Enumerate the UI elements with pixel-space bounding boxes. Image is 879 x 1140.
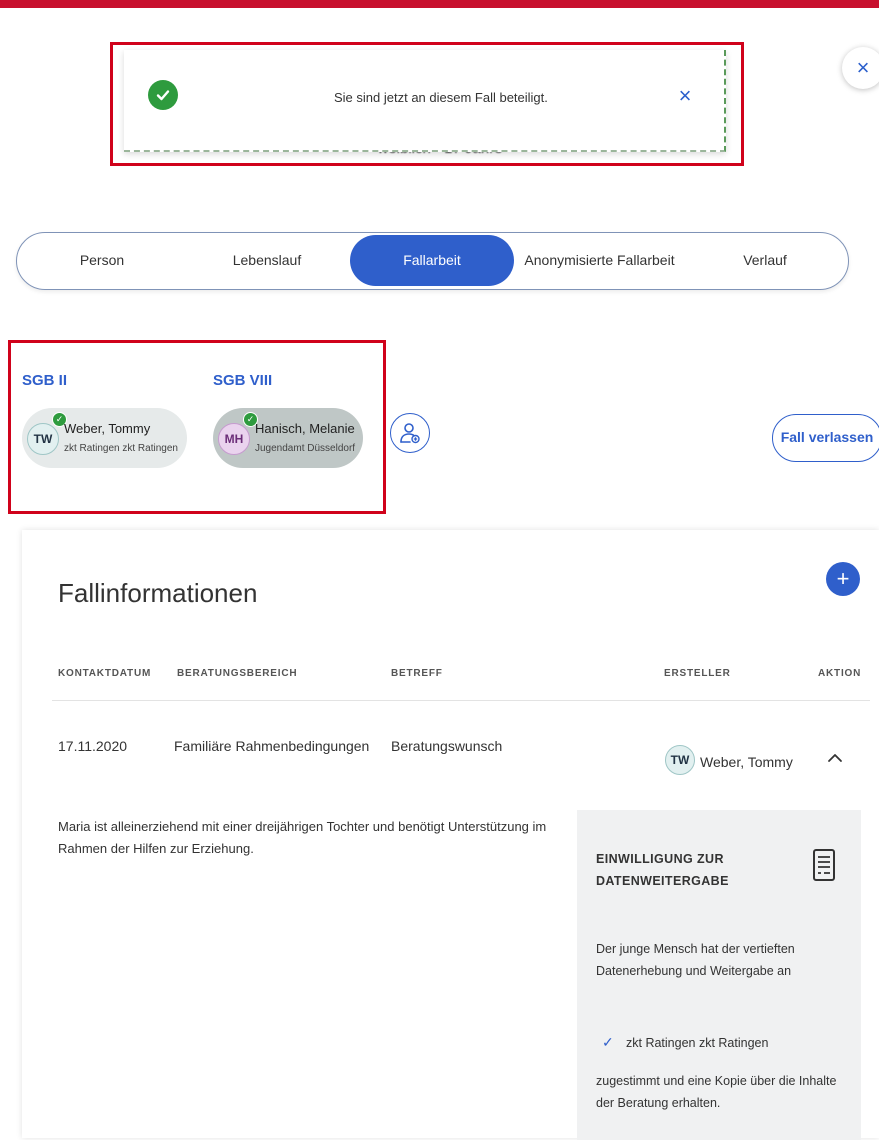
chevron-up-icon[interactable]	[825, 748, 845, 768]
tab-verlauf[interactable]: Verlauf	[685, 233, 845, 288]
divider	[52, 700, 870, 701]
column-header-aktion: AKTION	[818, 668, 862, 679]
tab-person[interactable]: Person	[17, 233, 187, 288]
avatar: TW	[665, 745, 695, 775]
highlight-box-participants	[8, 340, 386, 514]
column-header-beratungsbereich[interactable]: BERATUNGSBEREICH	[177, 668, 297, 679]
row-area: Familiäre Rahmenbedingungen	[174, 738, 370, 754]
highlight-box-toast	[110, 42, 744, 166]
consent-text: Der junge Mensch hat der vertieften Date…	[596, 942, 795, 978]
column-header-kontaktdatum[interactable]: KONTAKTDATUM	[58, 668, 151, 679]
row-subject: Beratungswunsch	[391, 738, 503, 754]
check-icon: ✓	[602, 1034, 614, 1050]
document-list-icon	[813, 849, 835, 881]
consent-title: EINWILLIGUNG ZUR DATENWEITERGABE	[596, 852, 729, 888]
column-header-ersteller[interactable]: ERSTELLER	[664, 668, 731, 679]
top-accent-bar	[0, 0, 879, 8]
add-participant-button[interactable]	[390, 413, 430, 453]
section-title: Fallinformationen	[58, 578, 258, 608]
add-case-info-button[interactable]: +	[826, 562, 860, 596]
consent-organisation: zkt Ratingen zkt Ratingen	[626, 1036, 769, 1050]
consent-text-continued: zugestimmt und eine Kopie über die Inhal…	[596, 1074, 837, 1110]
row-creator: Weber, Tommy	[700, 754, 793, 770]
case-info-panel: Fallinformationen + KONTAKTDATUM BERATUN…	[22, 530, 879, 1140]
tab-lebenslauf[interactable]: Lebenslauf	[182, 233, 352, 288]
person-add-icon	[400, 423, 420, 444]
tab-anonymisierte-fallarbeit[interactable]: Anonymisierte Fallarbeit	[512, 233, 687, 288]
consent-card: EINWILLIGUNG ZUR DATENWEITERGABE Der jun…	[577, 810, 861, 1140]
case-description: Maria ist alleinerziehend mit einer drei…	[58, 819, 547, 856]
column-header-betreff[interactable]: BETREFF	[391, 668, 443, 679]
tab-fallarbeit[interactable]: Fallarbeit	[350, 235, 514, 286]
tab-bar: Person Lebenslauf Fallarbeit Anonymisier…	[16, 232, 849, 290]
row-date: 17.11.2020	[58, 738, 128, 754]
close-dialog-button[interactable]: ×	[842, 47, 879, 89]
leave-case-button[interactable]: Fall verlassen	[772, 414, 879, 462]
